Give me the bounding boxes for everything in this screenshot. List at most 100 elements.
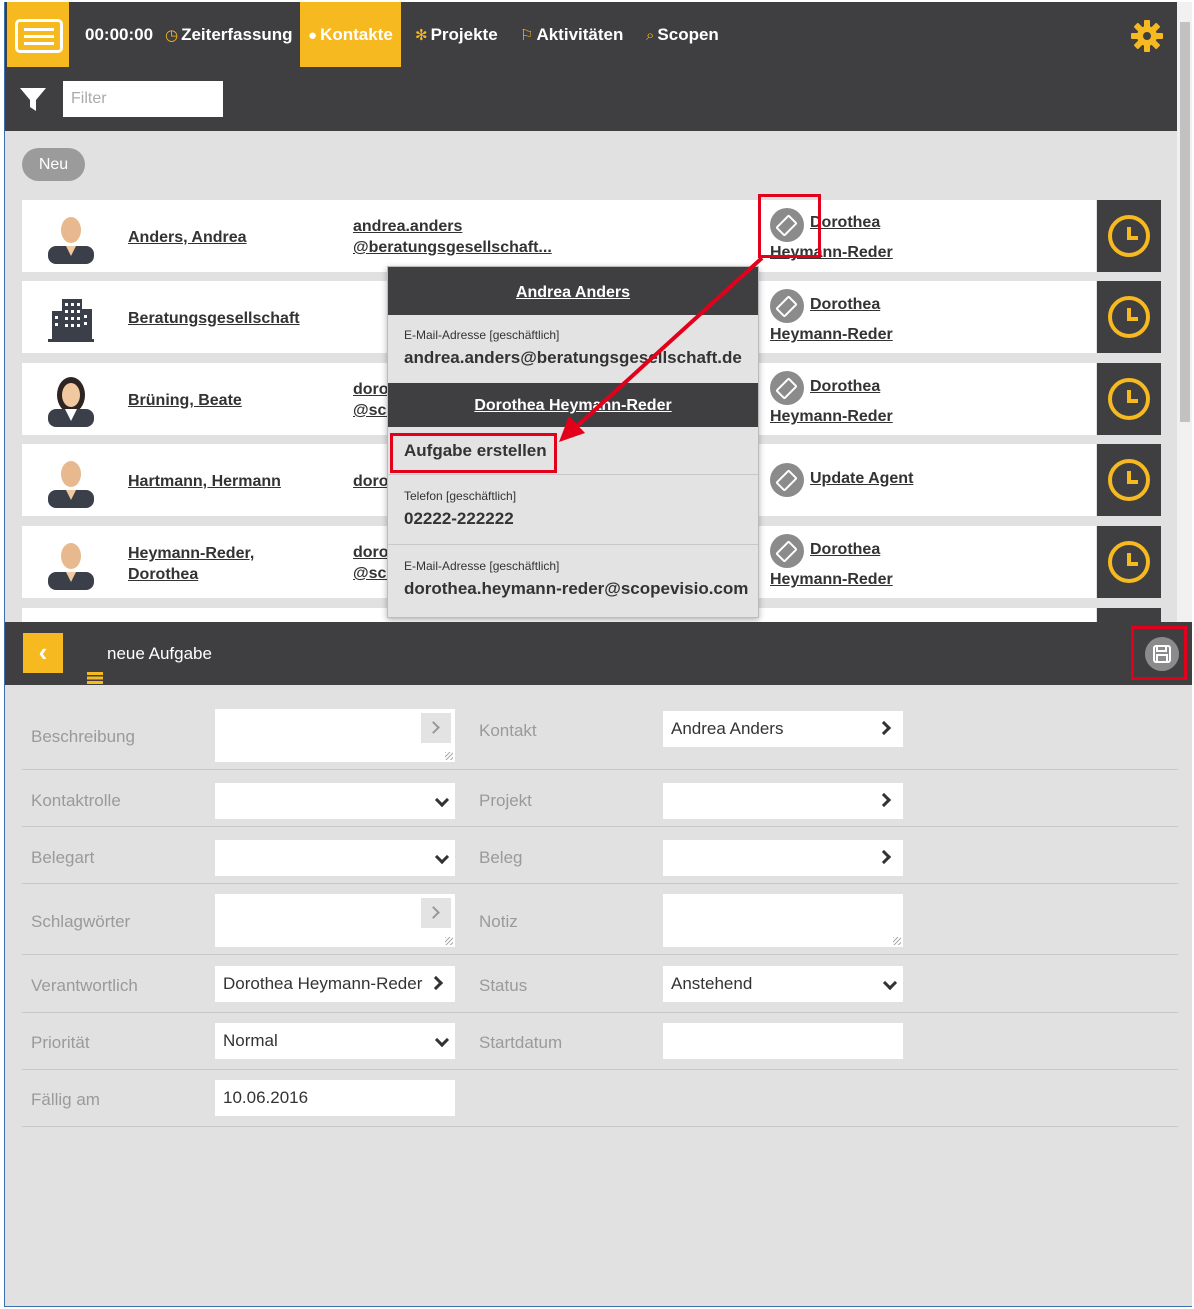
notiz-controls bbox=[663, 894, 903, 947]
clock-icon bbox=[1108, 296, 1150, 338]
belegart-select[interactable] bbox=[215, 840, 455, 876]
person-icon: ● bbox=[308, 27, 318, 44]
building-icon bbox=[48, 299, 94, 342]
tag-icon[interactable] bbox=[770, 534, 804, 568]
chevron-right-icon bbox=[428, 975, 444, 991]
nav-scopen[interactable]: ⌕ Scopen bbox=[646, 2, 719, 67]
clock-icon bbox=[1108, 459, 1150, 501]
contact-name[interactable]: Hartmann, Hermann bbox=[128, 471, 281, 492]
clock-icon bbox=[1108, 541, 1150, 583]
popup-phone-label: Telefon [geschäftlich] bbox=[404, 489, 517, 503]
contact-row[interactable]: Anders, Andrea andrea.anders @beratungsg… bbox=[22, 200, 1096, 272]
responsible-surname[interactable]: Heymann-Reder bbox=[770, 320, 893, 350]
chevron-down-icon bbox=[434, 792, 450, 808]
nav-zeiterfassung[interactable]: ◷ Zeiterfassung bbox=[165, 2, 293, 67]
new-button[interactable]: Neu bbox=[22, 148, 85, 181]
list-icon bbox=[15, 19, 63, 53]
search-icon: ⌕ bbox=[646, 27, 655, 44]
time-button[interactable] bbox=[1097, 200, 1161, 272]
tag-icon[interactable] bbox=[770, 463, 804, 497]
popup-email-value[interactable]: andrea.anders@beratungsgesellschaft.de bbox=[388, 348, 758, 368]
highlight-tag-icon bbox=[758, 194, 821, 258]
contact-email-domain[interactable]: @beratungsgesellschaft... bbox=[353, 237, 563, 258]
contact-name[interactable]: Heymann-Reder, bbox=[128, 543, 254, 564]
popup-phone-value[interactable]: 02222-222222 bbox=[388, 509, 758, 529]
filter-icon[interactable] bbox=[19, 87, 47, 113]
status-select[interactable]: Anstehend bbox=[663, 966, 903, 1002]
notiz-label: Notiz bbox=[479, 912, 518, 931]
back-button[interactable]: ‹ bbox=[23, 633, 63, 673]
resize-handle[interactable] bbox=[445, 937, 453, 945]
chevron-right-icon bbox=[876, 720, 892, 736]
nav-projekte[interactable]: ✻ Projekte bbox=[415, 2, 498, 67]
time-button[interactable] bbox=[1097, 526, 1161, 598]
popup-email2-label: E-Mail-Adresse [geschäftlich] bbox=[404, 559, 560, 573]
belegart-label: Belegart bbox=[31, 848, 95, 867]
form-row: Beschreibung Kontakt Andrea Anders bbox=[22, 707, 1178, 770]
beleg-field[interactable] bbox=[663, 840, 903, 876]
kontaktrolle-label: Kontaktrolle bbox=[31, 791, 121, 810]
faellig-label: Fällig am bbox=[31, 1090, 100, 1109]
task-toolbar: ‹ neue Aufgabe bbox=[5, 622, 1192, 685]
expand-button[interactable] bbox=[421, 898, 451, 928]
beleg-label: Beleg bbox=[479, 848, 523, 867]
male-avatar-icon bbox=[48, 461, 94, 508]
time-button[interactable] bbox=[1097, 608, 1161, 622]
form-row: Kontaktrolle Projekt bbox=[22, 770, 1178, 827]
resize-handle[interactable] bbox=[445, 752, 453, 760]
form-row: Schlagwörter Notiz bbox=[22, 884, 1178, 955]
verantwortlich-field[interactable]: Dorothea Heymann-Reder bbox=[215, 966, 455, 1002]
chevron-right-icon bbox=[876, 849, 892, 865]
nav-label: Scopen bbox=[657, 25, 719, 44]
contact-name[interactable]: Brüning, Beate bbox=[128, 390, 242, 411]
responsible-surname[interactable]: Heymann-Reder bbox=[770, 402, 893, 432]
chevron-right-icon bbox=[427, 721, 440, 734]
highlight-save-button bbox=[1131, 626, 1187, 680]
popup-email2-value[interactable]: dorothea.heymann-reder@scopevisio.com bbox=[388, 579, 758, 599]
filter-input[interactable] bbox=[63, 81, 223, 117]
form-row: Belegart Beleg bbox=[22, 827, 1178, 884]
time-button[interactable] bbox=[1097, 363, 1161, 435]
nav-label: Zeiterfassung bbox=[181, 25, 293, 44]
gear-icon[interactable] bbox=[1129, 18, 1165, 54]
popup-person-title[interactable]: Dorothea Heymann-Reder bbox=[388, 383, 758, 427]
resize-handle[interactable] bbox=[893, 937, 901, 945]
kontaktrolle-select[interactable] bbox=[215, 783, 455, 819]
verantwortlich-label: Verantwortlich bbox=[31, 976, 138, 995]
kontakt-field[interactable]: Andrea Anders bbox=[663, 711, 903, 747]
chevron-down-icon bbox=[434, 1032, 450, 1048]
responsible-surname[interactable]: Heymann-Reder bbox=[770, 565, 893, 595]
expand-button[interactable] bbox=[421, 713, 451, 743]
faellig-field[interactable]: 10.06.2016 bbox=[215, 1080, 455, 1116]
chevron-down-icon bbox=[434, 849, 450, 865]
clock-icon bbox=[1108, 378, 1150, 420]
popup-contact-title[interactable]: Andrea Anders bbox=[388, 267, 758, 315]
task-icon bbox=[87, 647, 103, 684]
tag-icon[interactable] bbox=[770, 371, 804, 405]
flag-icon: ⚐ bbox=[520, 27, 534, 44]
responsible-name[interactable]: Update Agent bbox=[810, 464, 913, 494]
responsible-name[interactable]: Dorothea bbox=[810, 290, 880, 320]
projekt-field[interactable] bbox=[663, 783, 903, 819]
contact-name-line2[interactable]: Dorothea bbox=[128, 564, 198, 585]
nav-aktivitaeten[interactable]: ⚐ Aktivitäten bbox=[520, 2, 623, 67]
nav-kontakte[interactable]: ● Kontakte bbox=[300, 2, 401, 67]
form-row: Verantwortlich Dorothea Heymann-Reder St… bbox=[22, 955, 1178, 1013]
time-button[interactable] bbox=[1097, 281, 1161, 353]
prioritaet-select[interactable]: Normal bbox=[215, 1023, 455, 1059]
responsible-name[interactable]: Dorothea bbox=[810, 535, 880, 565]
tag-icon[interactable] bbox=[770, 289, 804, 323]
startdatum-field[interactable] bbox=[663, 1023, 903, 1059]
highlight-create-task bbox=[390, 433, 557, 473]
contact-name[interactable]: Anders, Andrea bbox=[128, 227, 247, 248]
contact-email[interactable]: andrea.anders bbox=[353, 216, 563, 237]
contact-name[interactable]: Beratungsgesellschaft bbox=[128, 308, 300, 329]
male-avatar-icon bbox=[48, 217, 94, 264]
scrollbar-thumb[interactable] bbox=[1180, 22, 1190, 422]
menu-button[interactable] bbox=[7, 2, 69, 67]
startdatum-label: Startdatum bbox=[479, 1033, 563, 1052]
prioritaet-value: Normal bbox=[223, 1031, 278, 1050]
responsible-name[interactable]: Dorothea bbox=[810, 372, 880, 402]
scrollbar[interactable] bbox=[1177, 2, 1192, 622]
time-button[interactable] bbox=[1097, 444, 1161, 516]
